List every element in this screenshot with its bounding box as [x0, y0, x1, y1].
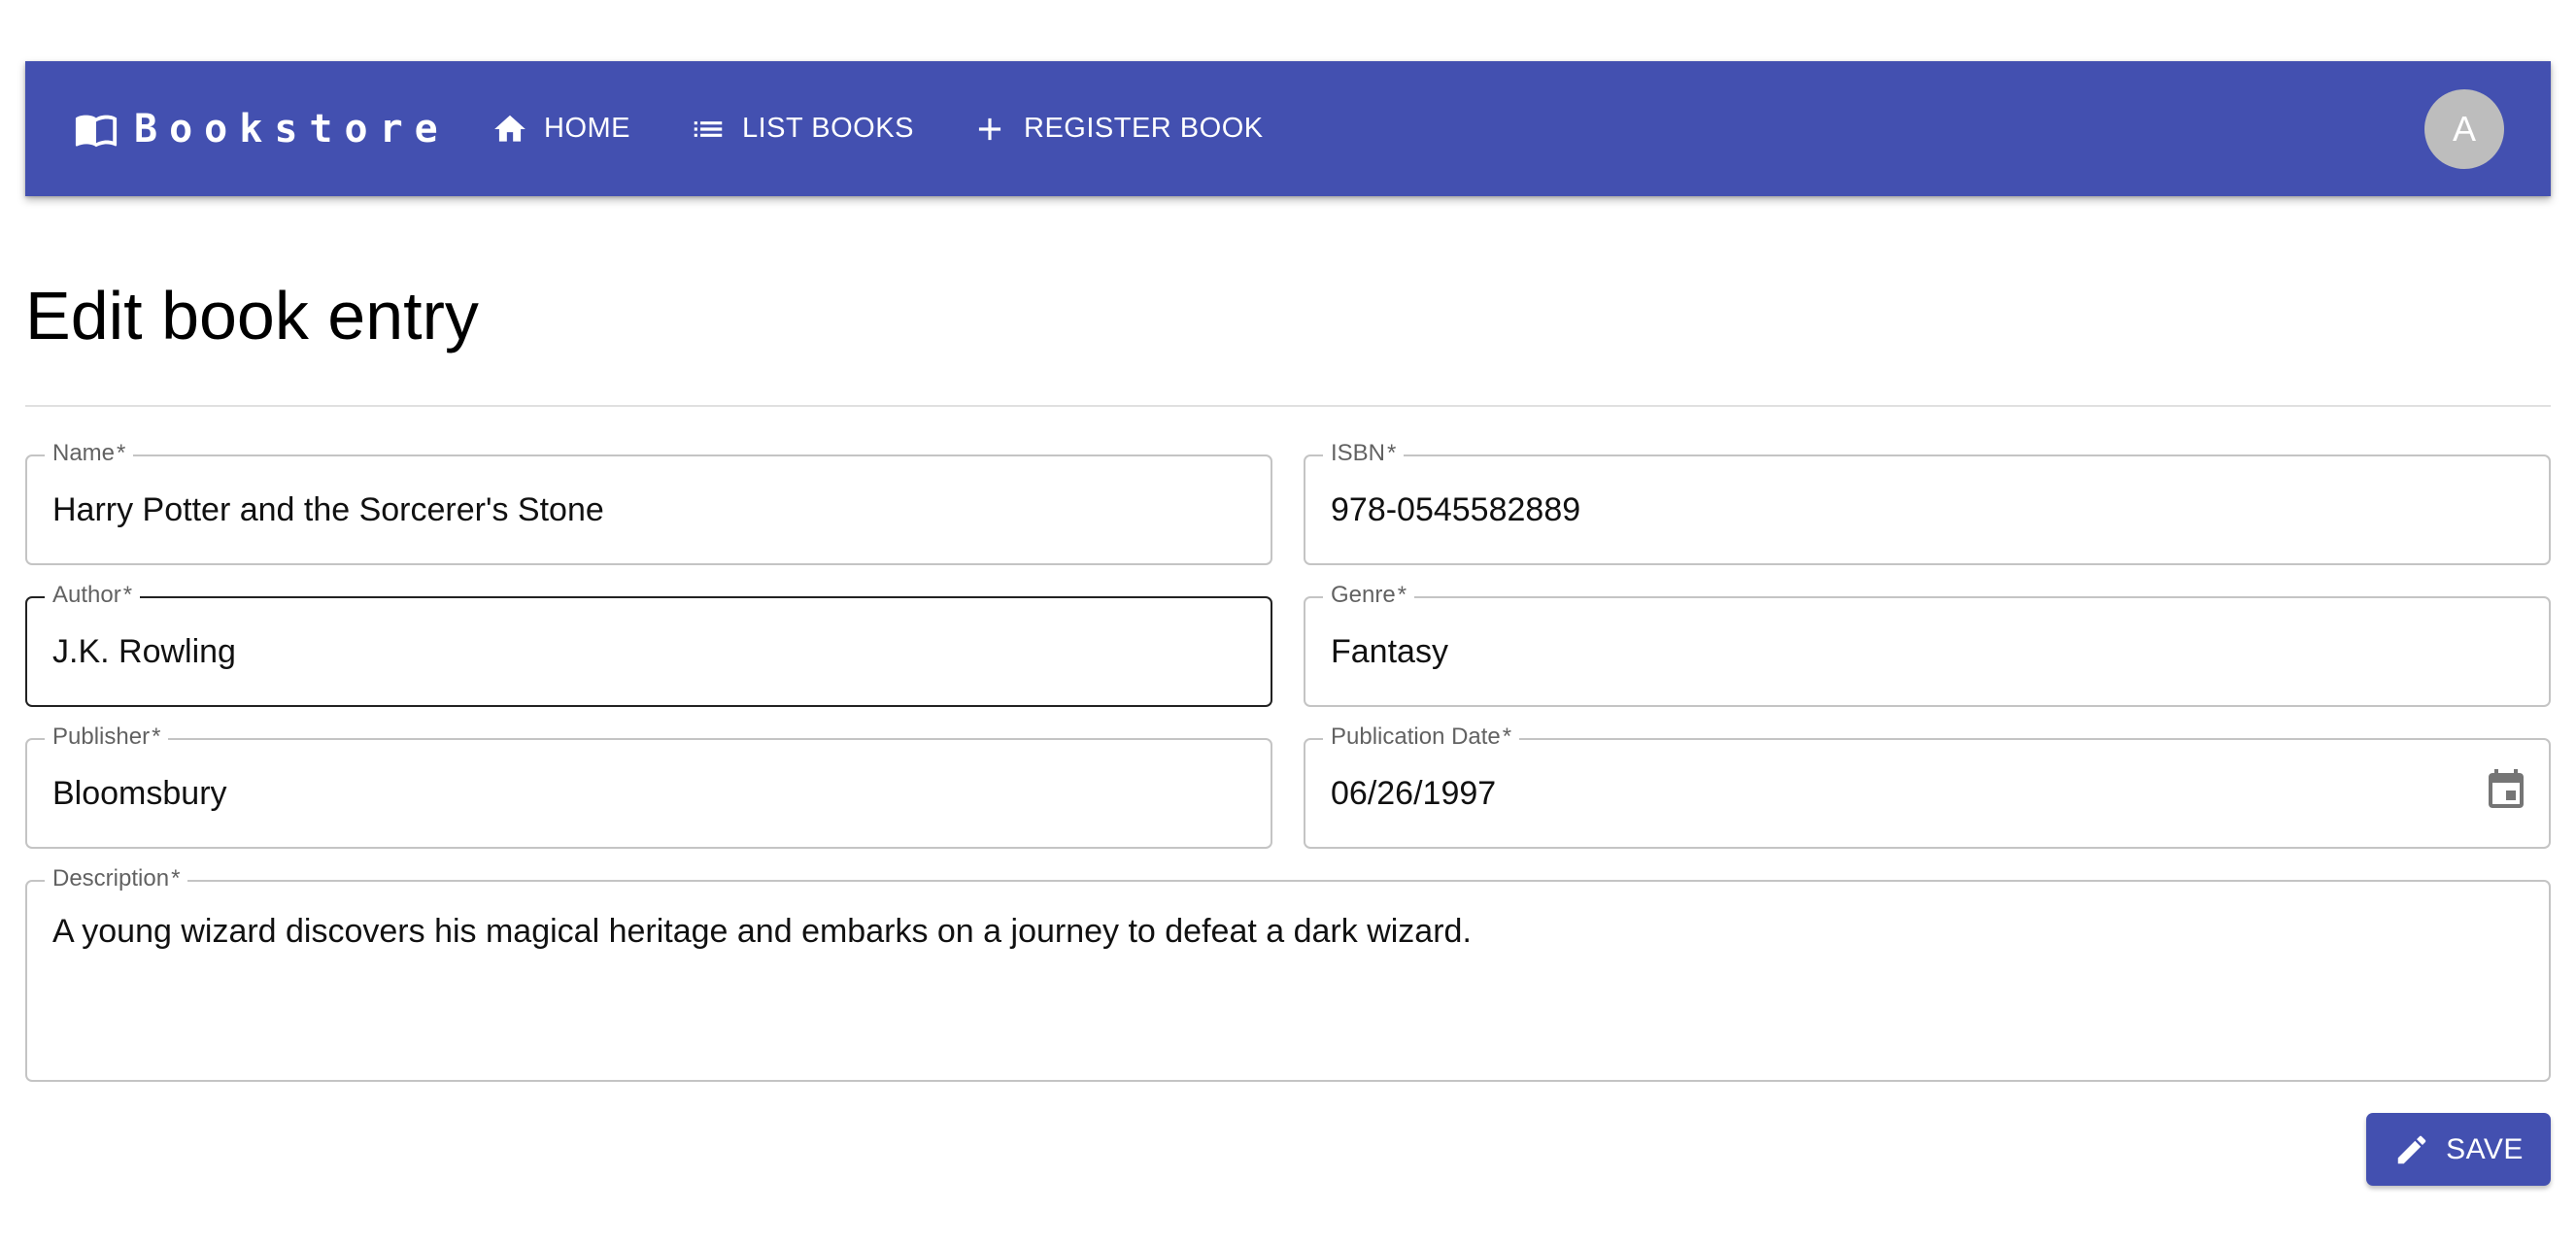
divider [25, 405, 2551, 407]
isbn-input[interactable] [1331, 454, 2524, 565]
avatar[interactable]: A [2424, 89, 2504, 169]
save-button-label: SAVE [2446, 1132, 2524, 1165]
home-icon [494, 115, 525, 142]
nav-register-book-label: REGISTER BOOK [1024, 113, 1264, 144]
nav-home-button[interactable]: HOME [491, 61, 630, 196]
page-title: Edit book entry [25, 278, 479, 353]
brand[interactable]: Bookstore [74, 61, 450, 196]
author-field[interactable]: Author * [25, 583, 1272, 707]
nav-list-books-button[interactable]: LIST BOOKS [690, 61, 914, 196]
app-root: Bookstore HOME LIST BOOKS REGISTER BOOK … [0, 0, 2576, 1245]
nav-list-books-label: LIST BOOKS [742, 113, 914, 144]
open-book-icon [75, 115, 118, 147]
save-button[interactable]: SAVE [2366, 1113, 2551, 1186]
app-bar: Bookstore HOME LIST BOOKS REGISTER BOOK … [25, 61, 2551, 196]
calendar-icon[interactable] [2483, 767, 2529, 814]
author-input[interactable] [52, 596, 1245, 707]
name-input[interactable] [52, 454, 1245, 565]
brand-name: Bookstore [134, 106, 450, 151]
publication-date-field[interactable]: Publication Date * [1304, 724, 2551, 849]
nav-home-label: HOME [544, 113, 630, 144]
pencil-icon [2397, 1135, 2426, 1163]
name-field[interactable]: Name * [25, 441, 1272, 565]
description-field[interactable]: Description * A young wizard discovers h… [25, 866, 2551, 1082]
nav-register-book-button[interactable]: REGISTER BOOK [971, 61, 1264, 196]
plus-icon [978, 118, 1001, 140]
description-textarea[interactable]: A young wizard discovers his magical her… [52, 880, 2524, 1082]
list-icon [694, 120, 723, 137]
genre-field[interactable]: Genre * [1304, 583, 2551, 707]
isbn-field[interactable]: ISBN * [1304, 441, 2551, 565]
genre-input[interactable] [1331, 596, 2524, 707]
publisher-field[interactable]: Publisher * [25, 724, 1272, 849]
publisher-input[interactable] [52, 738, 1245, 849]
publication-date-input[interactable] [1331, 738, 2524, 849]
